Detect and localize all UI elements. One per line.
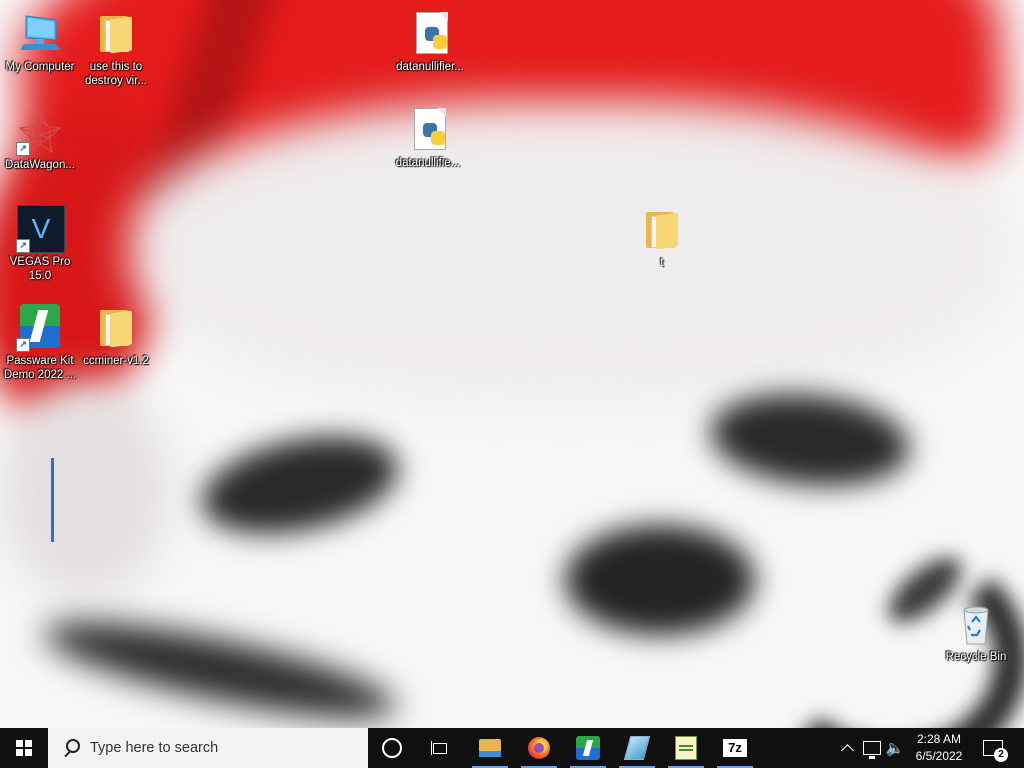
datawagon-icon: ↗ (16, 108, 64, 156)
cortana-icon (382, 738, 402, 758)
shortcut-arrow-icon: ↗ (16, 239, 30, 253)
clock-date: 6/5/2022 (915, 749, 963, 763)
passware-icon: ↗ (16, 304, 64, 352)
taskbar-passware[interactable] (564, 728, 612, 768)
show-hidden-icons-button[interactable] (836, 728, 858, 768)
taskbar-file-explorer[interactable] (466, 728, 514, 768)
desktop-icon-datanullifier-2[interactable]: datanullifie... (388, 106, 468, 170)
shortcut-arrow-icon: ↗ (16, 142, 30, 156)
icon-label: datanullifier... (396, 61, 464, 73)
desktop-icon-my-computer[interactable]: My Computer (0, 10, 80, 74)
desktop-icon-ccminer-folder[interactable]: ccminer-v1.2 (76, 304, 156, 368)
taskbar-search-box[interactable]: Type here to search (48, 728, 368, 768)
wallpaper-hat-brim (130, 100, 1010, 400)
icon-label: Recycle Bin (945, 651, 1007, 663)
icon-label: ccminer-v1.2 (83, 355, 149, 367)
notepad-icon (675, 736, 697, 760)
desktop-icon-destroy-folder[interactable]: use this to destroy vir... (76, 10, 156, 88)
taskbar-clock[interactable]: 2:28 AM 6/5/2022 (904, 731, 974, 765)
desktop-icon-vegas-pro[interactable]: V ↗ VEGAS Pro 15.0 (0, 205, 80, 283)
notification-icon: 2 (983, 740, 1008, 762)
taskbar: Type here to search 7z 🔈 2:28 AM 6/5/202… (0, 728, 1024, 768)
search-icon (62, 739, 80, 757)
desktop-icon-passware[interactable]: ↗ Passware Kit Demo 2022 ... (0, 304, 80, 382)
shortcut-arrow-icon: ↗ (16, 338, 30, 352)
folder-icon (92, 10, 140, 58)
desktop-icon-recycle-bin[interactable]: Recycle Bin (936, 600, 1016, 664)
glass-app-icon (623, 736, 651, 760)
firefox-icon (528, 737, 550, 759)
icon-label: datanullifie... (395, 157, 461, 169)
wallpaper-right-eye (705, 384, 915, 496)
desktop-icon-t-folder[interactable]: t (622, 206, 702, 270)
recycle-bin-icon (952, 600, 1000, 648)
icon-label: DataWagon... (5, 159, 75, 171)
icon-label: VEGAS Pro 15.0 (9, 256, 71, 282)
vegas-pro-icon: V ↗ (16, 205, 65, 253)
notification-count-badge: 2 (994, 748, 1008, 762)
wallpaper-left-eye (192, 420, 408, 550)
clock-time: 2:28 AM (916, 732, 962, 746)
python-file-icon (404, 106, 452, 154)
wallpaper-mouth (37, 603, 403, 728)
network-icon (863, 741, 881, 759)
task-view-icon (431, 741, 449, 755)
task-view-button[interactable] (416, 728, 464, 768)
desktop-icon-datawagon[interactable]: ↗ DataWagon... (0, 108, 80, 172)
desktop-icon-datanullifier-1[interactable]: datanullifier... (390, 10, 470, 74)
icon-label: t (660, 257, 664, 269)
icon-label: use this to destroy vir... (85, 61, 147, 87)
taskbar-glass-app[interactable] (613, 728, 661, 768)
start-button[interactable] (0, 728, 48, 768)
cortana-button[interactable] (368, 728, 416, 768)
passware-icon (576, 736, 600, 760)
action-center-button[interactable]: 2 (978, 728, 1008, 768)
python-file-icon (406, 10, 454, 58)
taskbar-7zip[interactable]: 7z (711, 728, 759, 768)
icon-label: My Computer (5, 61, 75, 73)
volume-button[interactable]: 🔈 (884, 728, 906, 768)
desktop-selection-marker (51, 458, 54, 542)
icon-label: Passware Kit Demo 2022 ... (3, 355, 77, 381)
taskbar-notepad[interactable] (662, 728, 710, 768)
folder-icon (92, 304, 140, 352)
wallpaper-nose (565, 525, 755, 635)
windows-logo-icon (16, 740, 32, 756)
network-button[interactable] (860, 728, 884, 768)
computer-icon (16, 10, 64, 58)
volume-icon: 🔈 (885, 740, 905, 757)
7zip-icon: 7z (723, 739, 747, 757)
file-explorer-icon (479, 739, 501, 757)
search-placeholder: Type here to search (90, 740, 219, 756)
wallpaper-brim-shade (0, 380, 170, 600)
taskbar-firefox[interactable] (515, 728, 563, 768)
folder-icon (638, 206, 686, 254)
chevron-up-icon (840, 743, 854, 757)
